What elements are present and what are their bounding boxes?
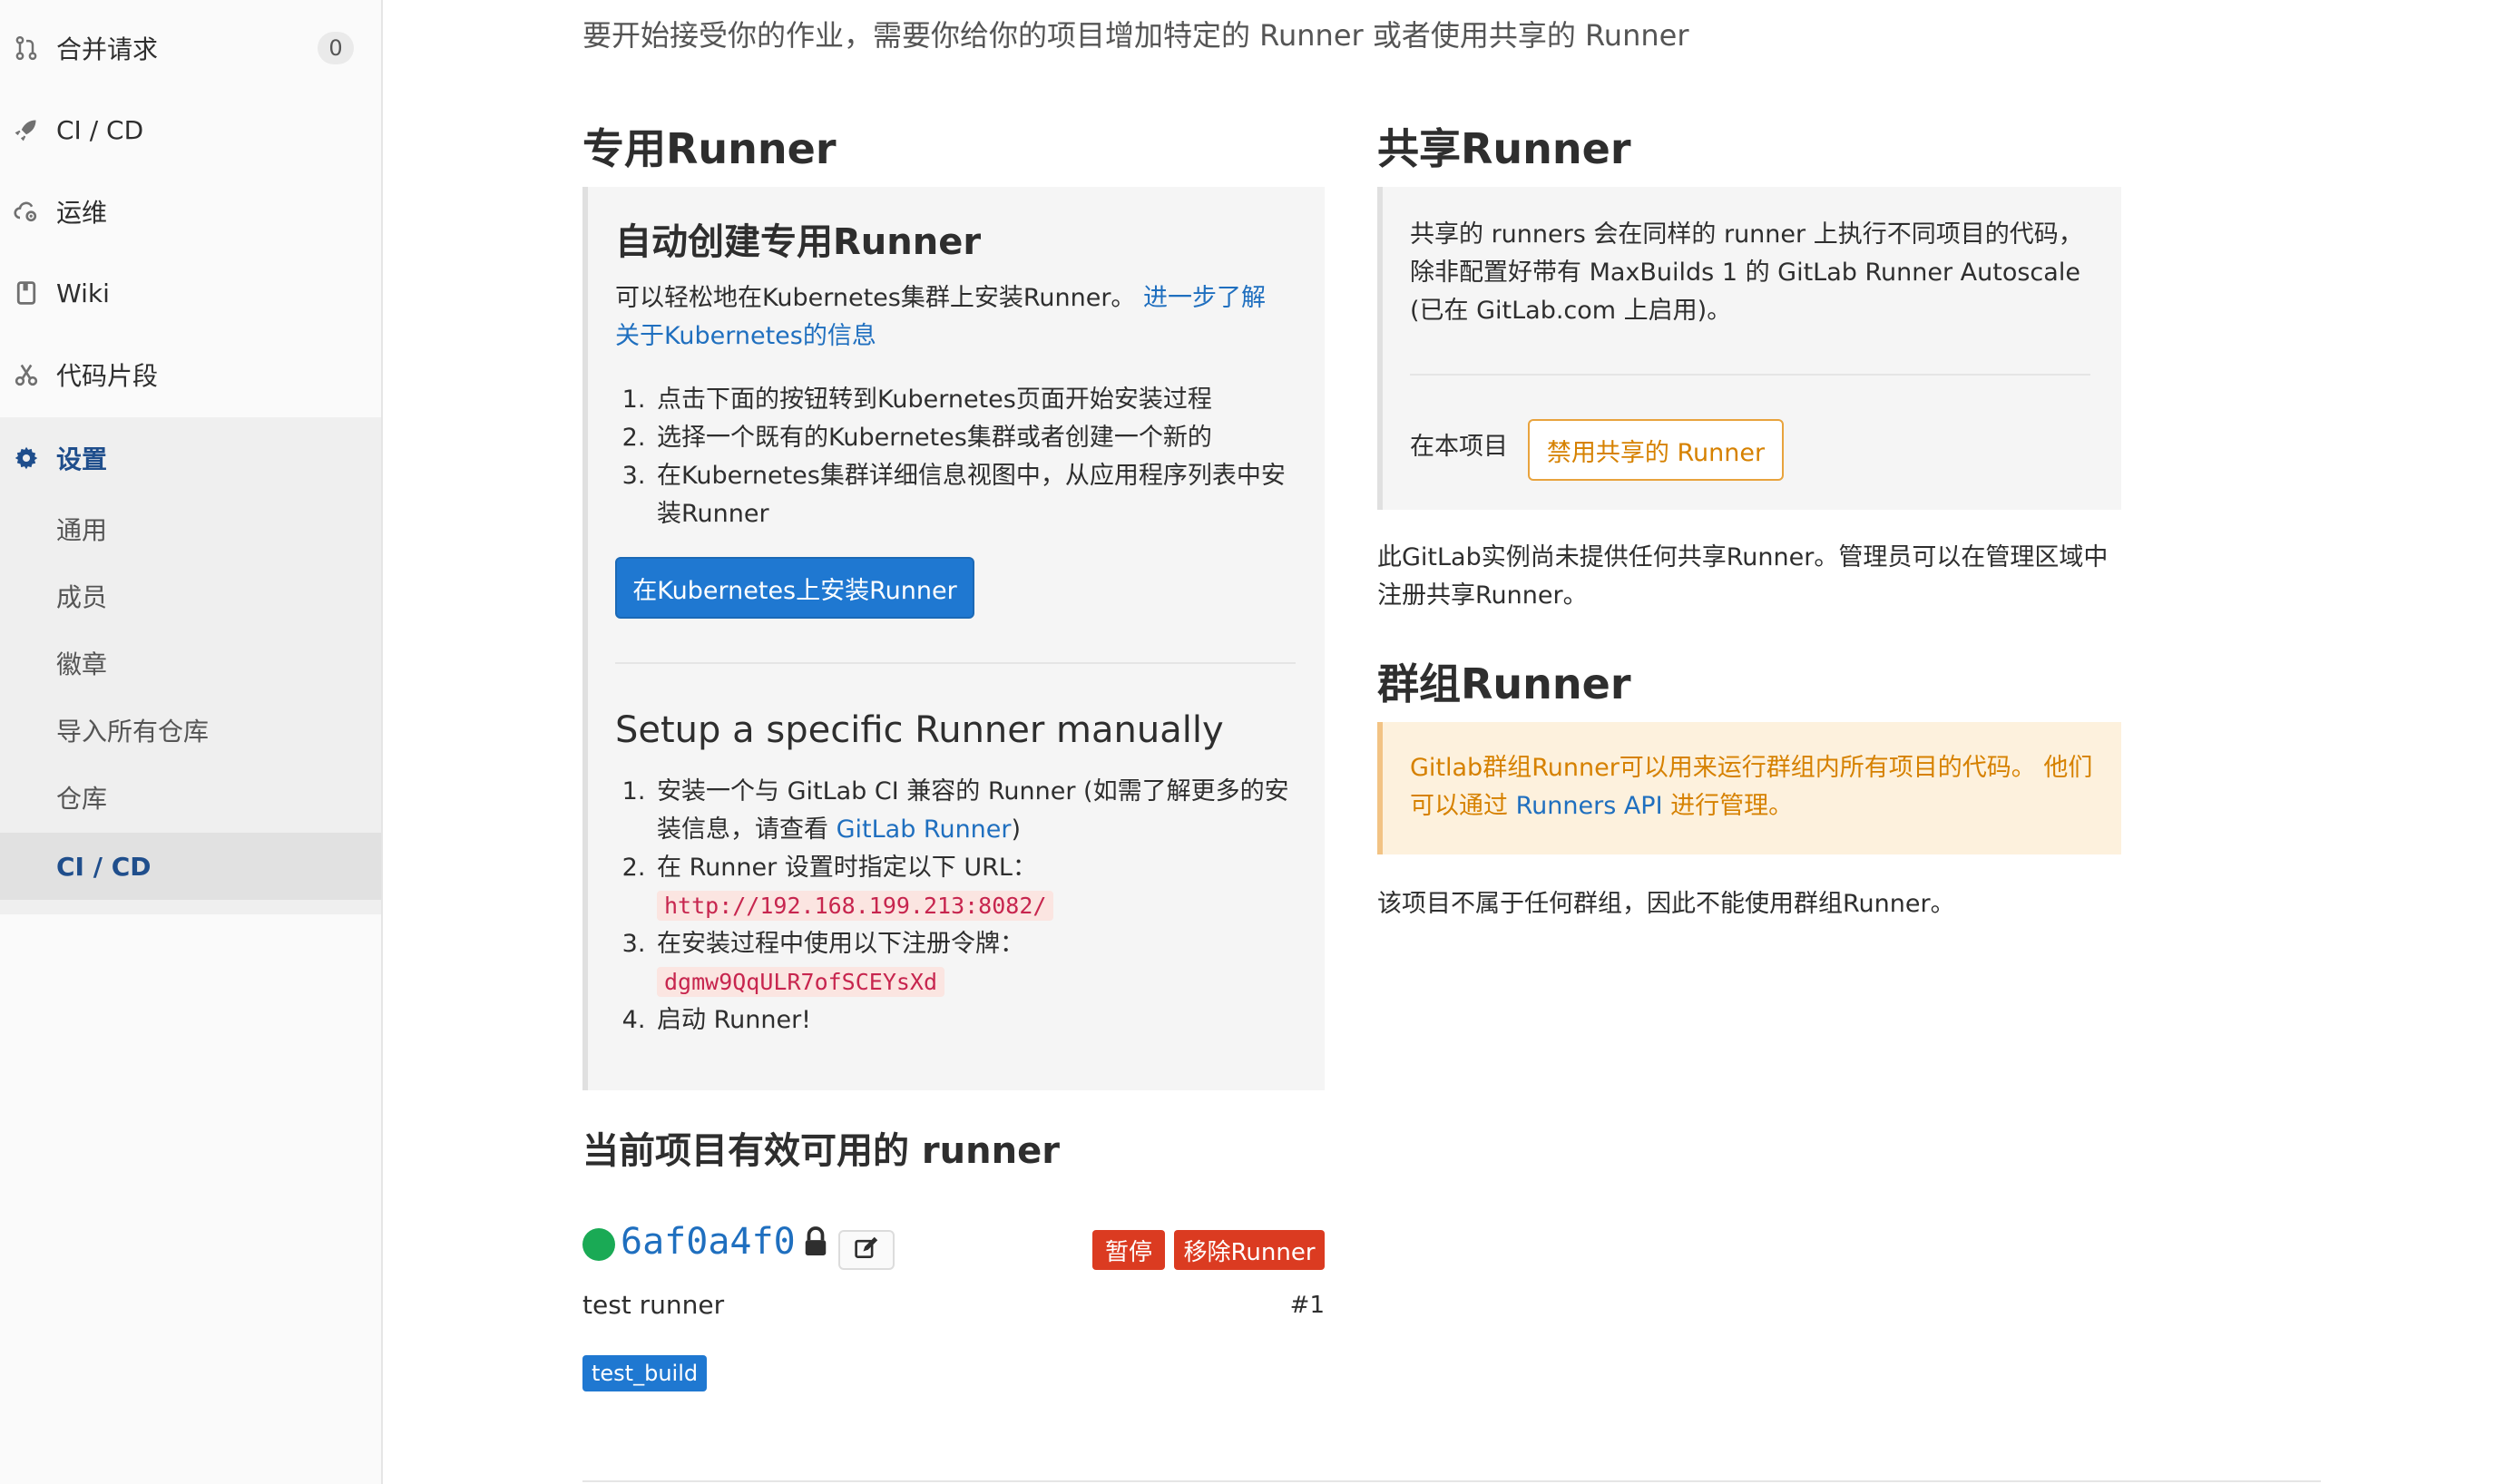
group-runner-alert: Gitlab群组Runner可以用来运行群组内所有项目的代码。 他们可以通过 R… [1377, 722, 2121, 854]
intro-text: 要开始接受你的作业，需要你给你的项目增加特定的 Runner 或者使用共享的 R… [582, 18, 1689, 53]
list-item: 启动 Runner! [653, 1001, 1296, 1040]
runners-api-link[interactable]: Runners API [1516, 792, 1663, 820]
sidebar-item-label: 代码片段 [56, 361, 159, 391]
remove-runner-button[interactable]: 移除Runner [1174, 1230, 1325, 1270]
divider [582, 1480, 2321, 1482]
merge-request-count-badge: 0 [318, 32, 354, 64]
coordinator-url[interactable]: http://192.168.199.213:8082/ [657, 891, 1054, 921]
sidebar-item-label: 运维 [56, 198, 108, 228]
shared-runner-heading: 共享Runner [1377, 124, 1631, 173]
runner-tag: test_build [582, 1355, 708, 1391]
sidebar: 合并请求 0 CI / CD 运维 Wiki 代码片段 设置 通用 成员 徽章 … [0, 0, 383, 1484]
sidebar-item-snippets[interactable]: 代码片段 [0, 334, 381, 415]
runner-status-indicator [582, 1228, 615, 1261]
auto-create-title: 自动创建专用Runner [615, 221, 982, 263]
sidebar-item-wiki[interactable]: Wiki [0, 252, 381, 334]
runner-description: test runner [582, 1290, 725, 1320]
sidebar-item-label: 合并请求 [56, 34, 159, 64]
list-item: 安装一个与 GitLab CI 兼容的 Runner (如需了解更多的安装信息，… [653, 773, 1296, 849]
list-item: 点击下面的按钮转到Kubernetes页面开始安装过程 [653, 381, 1287, 419]
divider [615, 662, 1296, 664]
runner-id-link[interactable]: 6af0a4f0 [621, 1221, 796, 1263]
sidebar-sub-badges[interactable]: 徽章 [0, 630, 381, 697]
active-runners-heading: 当前项目有效可用的 runner [582, 1130, 1060, 1172]
sidebar-item-label: 设置 [56, 444, 108, 474]
sidebar-item-settings[interactable]: 设置 [0, 417, 381, 499]
sidebar-item-merge-requests[interactable]: 合并请求 0 [0, 7, 381, 89]
sidebar-item-label: CI / CD [56, 114, 144, 145]
manual-setup-title: Setup a specific Runner manually [615, 709, 1224, 751]
gitlab-runner-link[interactable]: GitLab Runner [837, 815, 1012, 844]
specific-runner-heading: 专用Runner [582, 124, 837, 173]
rocket-icon [13, 116, 40, 143]
lock-icon [802, 1226, 829, 1257]
pause-runner-button[interactable]: 暂停 [1092, 1230, 1165, 1270]
runner-number: #1 [1289, 1292, 1325, 1319]
edit-icon [854, 1235, 879, 1264]
book-icon [13, 279, 40, 307]
install-runner-on-kubernetes-button[interactable]: 在Kubernetes上安装Runner [615, 557, 974, 619]
cloud-gear-icon [13, 198, 40, 225]
no-shared-runners-note: 此GitLab实例尚未提供任何共享Runner。管理员可以在管理区域中注册共享R… [1377, 543, 2109, 610]
sidebar-item-ci-cd[interactable]: CI / CD [0, 89, 381, 171]
sidebar-sub-general[interactable]: 通用 [0, 495, 381, 562]
sidebar-sub-repository[interactable]: 仓库 [0, 764, 381, 831]
no-group-note: 该项目不属于任何群组，因此不能使用群组Runner。 [1377, 890, 1955, 918]
manual-steps-list: 安装一个与 GitLab CI 兼容的 Runner (如需了解更多的安装信息，… [615, 773, 1296, 1040]
sidebar-sub-members[interactable]: 成员 [0, 562, 381, 630]
list-item: 在安装过程中使用以下注册令牌： dgmw9QqULR7ofSCEYsXd [653, 925, 1296, 1001]
sidebar-sub-ci-cd[interactable]: CI / CD [0, 833, 381, 900]
auto-create-description: 可以轻松地在Kubernetes集群上安装Runner。 进一步了解关于Kube… [615, 284, 1267, 350]
divider [1410, 374, 2090, 376]
settings-group: 设置 通用 成员 徽章 导入所有仓库 仓库 CI / CD [0, 417, 381, 914]
gear-icon [13, 444, 40, 472]
edit-runner-button[interactable] [838, 1230, 895, 1270]
auto-steps-list: 点击下面的按钮转到Kubernetes页面开始安装过程 选择一个既有的Kuber… [615, 381, 1287, 533]
sidebar-item-operations[interactable]: 运维 [0, 171, 381, 252]
list-item: 在 Runner 设置时指定以下 URL： http://192.168.199… [653, 849, 1296, 925]
registration-token[interactable]: dgmw9QqULR7ofSCEYsXd [657, 967, 945, 997]
sidebar-item-label: Wiki [56, 278, 110, 308]
group-runner-heading: 群组Runner [1377, 659, 1631, 708]
list-item: 选择一个既有的Kubernetes集群或者创建一个新的 [653, 419, 1287, 457]
specific-runner-panel: 自动创建专用Runner 可以轻松地在Kubernetes集群上安装Runner… [582, 187, 1325, 1090]
this-project-label: 在本项目 [1410, 433, 1508, 461]
sidebar-sub-import-repos[interactable]: 导入所有仓库 [0, 697, 381, 764]
merge-request-icon [13, 34, 40, 62]
list-item: 在Kubernetes集群详细信息视图中，从应用程序列表中安装Runner [653, 457, 1287, 533]
shared-runner-description: 共享的 runners 会在同样的 runner 上执行不同项目的代码，除非配置… [1410, 220, 2083, 325]
group-runner-alert-text: Gitlab群组Runner可以用来运行群组内所有项目的代码。 他们可以通过 R… [1410, 754, 2093, 820]
disable-shared-runners-button[interactable]: 禁用共享的 Runner [1528, 419, 1784, 481]
scissors-icon [13, 361, 40, 388]
